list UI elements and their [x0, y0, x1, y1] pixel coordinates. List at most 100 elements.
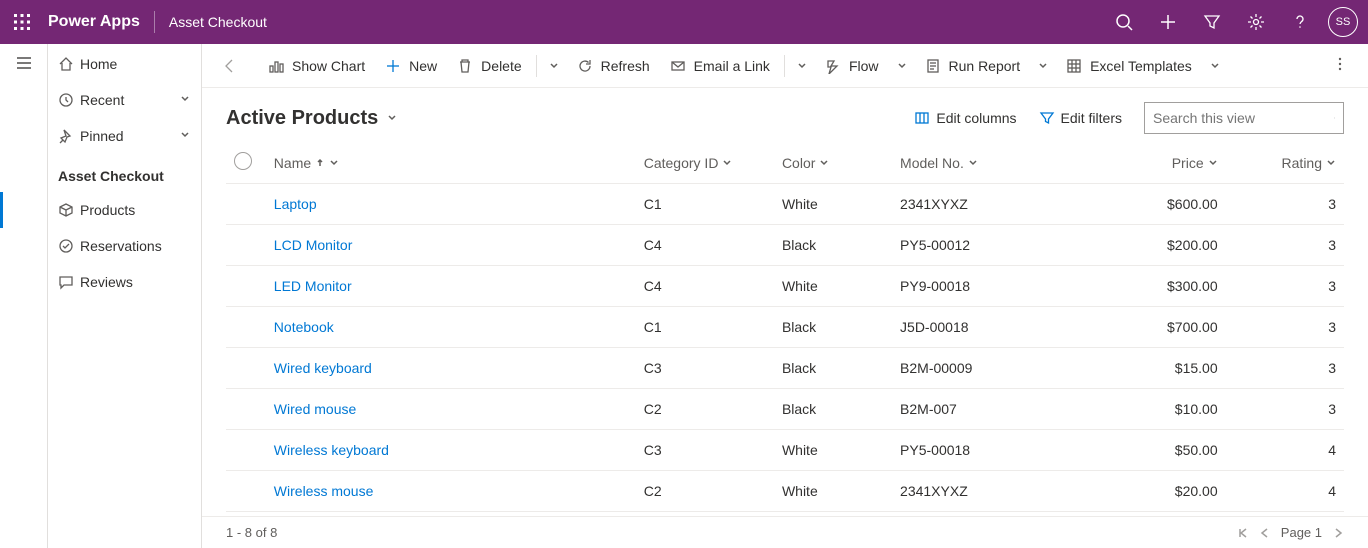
- excel-dropdown[interactable]: [1202, 44, 1228, 87]
- sidebar-item-label: Recent: [80, 92, 124, 108]
- user-avatar[interactable]: SS: [1328, 7, 1358, 37]
- column-header-price[interactable]: Price: [1088, 142, 1226, 184]
- edit-columns-button[interactable]: Edit columns: [914, 110, 1016, 126]
- sidebar-item-recent[interactable]: Recent: [48, 82, 201, 118]
- table-row[interactable]: LCD MonitorC4BlackPY5-00012$200.003: [226, 225, 1344, 266]
- filter-icon[interactable]: [1190, 0, 1234, 44]
- back-button[interactable]: [210, 44, 258, 87]
- sidebar-item-label: Products: [80, 202, 135, 218]
- search-input[interactable]: [1153, 110, 1334, 126]
- search-icon[interactable]: [1102, 0, 1146, 44]
- excel-templates-button[interactable]: Excel Templates: [1056, 44, 1202, 87]
- record-range: 1 - 8 of 8: [226, 525, 277, 540]
- cell-name[interactable]: Wired mouse: [266, 389, 636, 430]
- cell-name[interactable]: Wired keyboard: [266, 348, 636, 389]
- first-page-icon[interactable]: [1237, 527, 1249, 539]
- email-link-button[interactable]: Email a Link: [660, 44, 780, 87]
- cell-color: White: [774, 266, 892, 307]
- cell-color: Black: [774, 389, 892, 430]
- delete-button[interactable]: Delete: [447, 44, 531, 87]
- page-name: Asset Checkout: [155, 14, 267, 30]
- run-report-button[interactable]: Run Report: [915, 44, 1031, 87]
- cell-model: B2M-007: [892, 389, 1088, 430]
- run-report-dropdown[interactable]: [1030, 44, 1056, 87]
- select-all-header[interactable]: [226, 142, 266, 184]
- column-header-name[interactable]: Name: [266, 142, 636, 184]
- cell-rating: 4: [1226, 430, 1344, 471]
- prev-page-icon[interactable]: [1259, 527, 1271, 539]
- column-header-model[interactable]: Model No.: [892, 142, 1088, 184]
- column-header-rating[interactable]: Rating: [1226, 142, 1344, 184]
- sidebar-item-reservations[interactable]: Reservations: [48, 228, 201, 264]
- cell-category: C4: [636, 266, 774, 307]
- app-launcher-icon[interactable]: [0, 0, 44, 44]
- refresh-button[interactable]: Refresh: [567, 44, 660, 87]
- app-header: Power Apps Asset Checkout SS: [0, 0, 1368, 44]
- more-commands-button[interactable]: [1320, 56, 1360, 75]
- flow-dropdown[interactable]: [889, 44, 915, 87]
- sidebar-item-reviews[interactable]: Reviews: [48, 264, 201, 300]
- table-row[interactable]: LaptopC1White2341XYXZ$600.003: [226, 184, 1344, 225]
- cell-model: 2341XYXZ: [892, 471, 1088, 512]
- table-row[interactable]: NotebookC1BlackJ5D-00018$700.003: [226, 307, 1344, 348]
- data-grid: Name Category ID Color Model No. Price R…: [202, 142, 1368, 516]
- cell-model: B2M-00009: [892, 348, 1088, 389]
- chat-icon: [58, 274, 80, 290]
- cell-color: White: [774, 430, 892, 471]
- help-icon[interactable]: [1278, 0, 1322, 44]
- table-row[interactable]: Wireless mouseC2White2341XYXZ$20.004: [226, 471, 1344, 512]
- cell-model: PY5-00018: [892, 430, 1088, 471]
- sidebar-item-products[interactable]: Products: [48, 192, 201, 228]
- cell-color: Black: [774, 307, 892, 348]
- show-chart-button[interactable]: Show Chart: [258, 44, 375, 87]
- pin-icon: [58, 128, 80, 144]
- cell-price: $300.00: [1088, 266, 1226, 307]
- cell-name[interactable]: Laptop: [266, 184, 636, 225]
- delete-dropdown[interactable]: [541, 44, 567, 87]
- cell-price: $20.00: [1088, 471, 1226, 512]
- cell-name[interactable]: Wireless keyboard: [266, 430, 636, 471]
- main-content: Show Chart New Delete Refresh Email a Li…: [202, 44, 1368, 548]
- hamburger-icon[interactable]: [15, 54, 33, 77]
- search-view-box[interactable]: [1144, 102, 1344, 134]
- grid-footer: 1 - 8 of 8 Page 1: [202, 516, 1368, 548]
- sidebar-item-pinned[interactable]: Pinned: [48, 118, 201, 154]
- cell-category: C2: [636, 389, 774, 430]
- search-icon: [1334, 110, 1335, 126]
- box-icon: [58, 202, 80, 218]
- cell-category: C2: [636, 471, 774, 512]
- column-header-color[interactable]: Color: [774, 142, 892, 184]
- sidebar-item-label: Home: [80, 56, 117, 72]
- cell-category: C3: [636, 430, 774, 471]
- command-sep: [784, 55, 785, 77]
- cell-color: Black: [774, 225, 892, 266]
- next-page-icon[interactable]: [1332, 527, 1344, 539]
- cell-price: $50.00: [1088, 430, 1226, 471]
- table-row[interactable]: Wireless keyboardC3WhitePY5-00018$50.004: [226, 430, 1344, 471]
- cell-name[interactable]: LED Monitor: [266, 266, 636, 307]
- cell-name[interactable]: Notebook: [266, 307, 636, 348]
- add-icon[interactable]: [1146, 0, 1190, 44]
- cell-price: $600.00: [1088, 184, 1226, 225]
- cell-model: 2341XYXZ: [892, 184, 1088, 225]
- table-row[interactable]: Wired keyboardC3BlackB2M-00009$15.003: [226, 348, 1344, 389]
- cell-rating: 4: [1226, 471, 1344, 512]
- sidebar-item-home[interactable]: Home: [48, 46, 201, 82]
- clock-icon: [58, 92, 80, 108]
- email-dropdown[interactable]: [789, 44, 815, 87]
- cell-name[interactable]: LCD Monitor: [266, 225, 636, 266]
- table-row[interactable]: Wired mouseC2BlackB2M-007$10.003: [226, 389, 1344, 430]
- edit-filters-button[interactable]: Edit filters: [1039, 110, 1122, 126]
- cell-rating: 3: [1226, 266, 1344, 307]
- cell-model: PY9-00018: [892, 266, 1088, 307]
- cell-price: $200.00: [1088, 225, 1226, 266]
- table-row[interactable]: LED MonitorC4WhitePY9-00018$300.003: [226, 266, 1344, 307]
- flow-button[interactable]: Flow: [815, 44, 889, 87]
- check-icon: [58, 238, 80, 254]
- view-title-dropdown[interactable]: Active Products: [226, 107, 398, 130]
- settings-icon[interactable]: [1234, 0, 1278, 44]
- cell-name[interactable]: Wireless mouse: [266, 471, 636, 512]
- column-header-category[interactable]: Category ID: [636, 142, 774, 184]
- page-label: Page 1: [1281, 525, 1322, 540]
- new-button[interactable]: New: [375, 44, 447, 87]
